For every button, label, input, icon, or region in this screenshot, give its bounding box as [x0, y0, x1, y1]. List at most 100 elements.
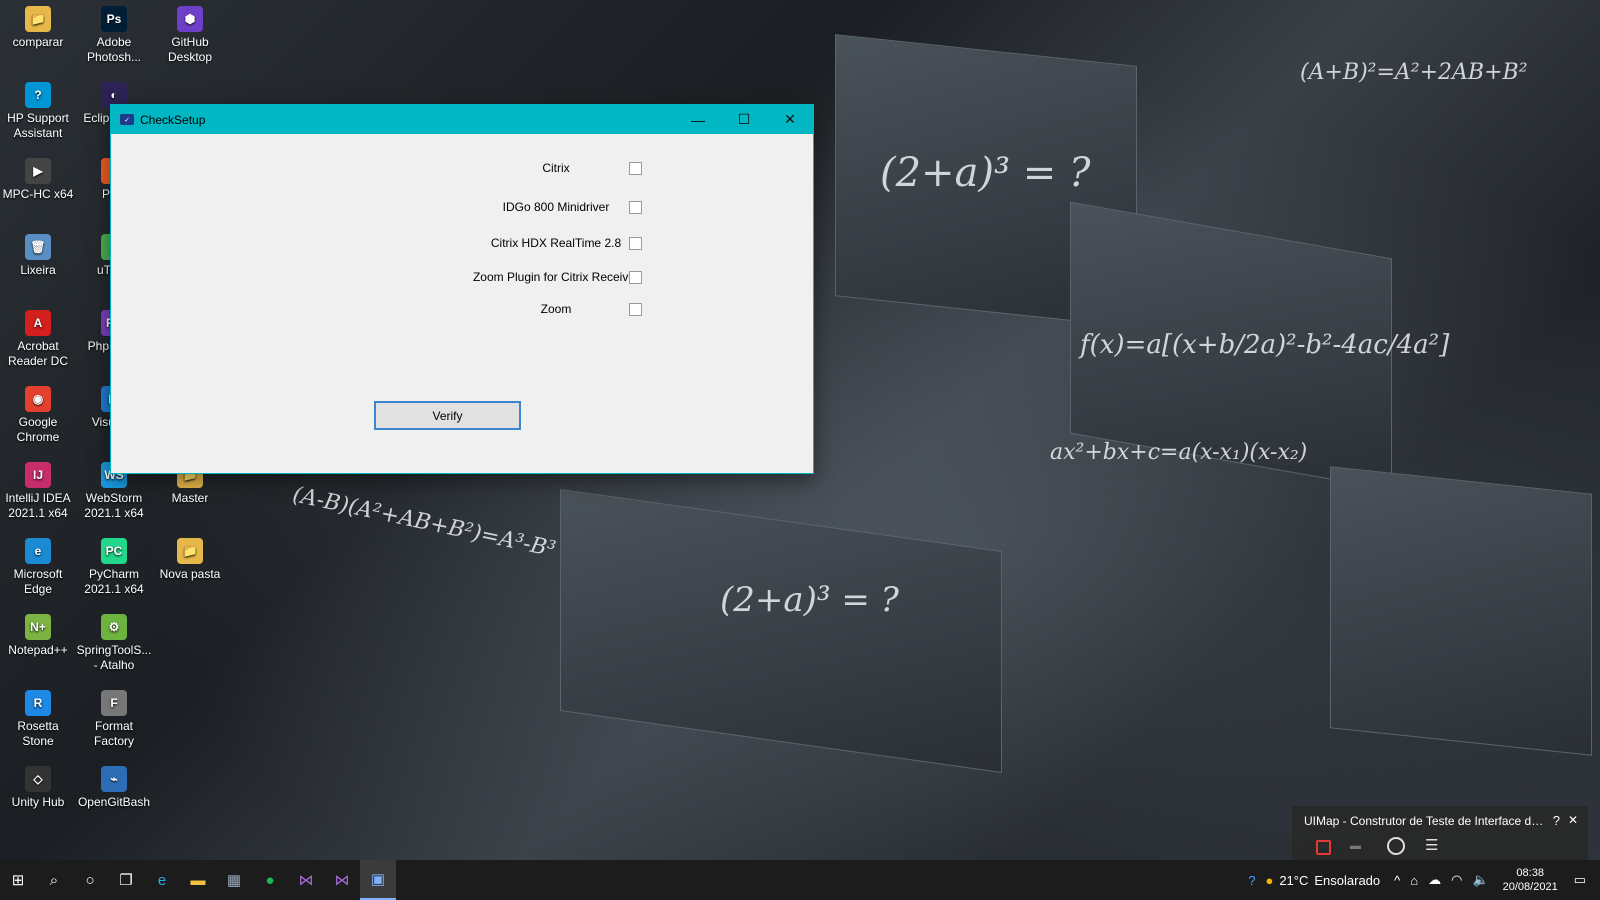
desktop-icon-label: Unity Hub: [11, 795, 65, 809]
desktop-icon-label: Microsoft Edge: [13, 567, 63, 596]
checkbox-citrix[interactable]: [629, 162, 642, 175]
app-icon: 📁: [177, 538, 203, 564]
minimize-button[interactable]: —: [675, 105, 721, 134]
item-label-zoom-plugin-citrix: Zoom Plugin for Citrix Receiver: [472, 270, 640, 284]
app-icon: N+: [25, 614, 51, 640]
checkbox-zoom-plugin-citrix[interactable]: [629, 271, 642, 284]
checkbox-citrix-hdx-realtime[interactable]: [629, 237, 642, 250]
desktop-icon-label: WebStorm 2021.1 x64: [84, 491, 144, 520]
volume-icon[interactable]: 🔈: [1472, 872, 1488, 888]
checksetup-window: ✓ CheckSetup — ☐ ✕ Citrix IDGo 800 Minid…: [110, 104, 814, 474]
network-icon[interactable]: ⌂: [1410, 873, 1418, 888]
desktop-icon-springtools-atalho[interactable]: ⚙ SpringToolS... - Atalho: [76, 608, 152, 673]
uimap-close-button[interactable]: ✕: [1568, 813, 1578, 827]
desktop-icon-label: Rosetta Stone: [17, 719, 59, 748]
start-icon[interactable]: ⊞: [0, 860, 36, 900]
desktop-icon-label: Notepad++: [8, 643, 68, 657]
desktop-icon-label: PyCharm 2021.1 x64: [84, 567, 144, 596]
wifi-icon[interactable]: ◠: [1451, 872, 1462, 888]
clock-date: 20/08/2021: [1502, 881, 1558, 893]
visual-studio-icon[interactable]: ⋈: [324, 860, 360, 900]
desktop-icon-google-chrome[interactable]: ◉ Google Chrome: [0, 380, 76, 445]
desktop-icon-notepad[interactable]: N+ Notepad++: [0, 608, 76, 658]
help-icon[interactable]: ?: [1248, 873, 1255, 888]
search-icon[interactable]: ⌕: [36, 860, 72, 900]
wallpaper-formula: (A+B)²=A²+2AB+B²: [1300, 60, 1528, 85]
desktop-icon-github-desktop[interactable]: ⬢ GitHub Desktop: [152, 0, 228, 65]
weather-temperature[interactable]: 21°C: [1279, 873, 1308, 888]
close-button[interactable]: ✕: [767, 105, 813, 134]
app-icon: R: [25, 690, 51, 716]
desktop-icon-label: IntelliJ IDEA 2021.1 x64: [5, 491, 71, 520]
record-icon[interactable]: [1316, 840, 1331, 855]
generate-code-icon[interactable]: ☰: [1425, 836, 1438, 854]
desktop-icon-label: OpenGitBash: [77, 795, 151, 809]
checksetup-taskbar-icon[interactable]: ▣: [360, 860, 396, 900]
chevron-up-icon[interactable]: ^: [1394, 873, 1400, 888]
calculator-icon[interactable]: ▦: [216, 860, 252, 900]
wallpaper-formula: (2+a)³ = ?: [720, 580, 899, 620]
taskbar: ⊞ ⌕ ○ ❐ e ▬ ▦ ● ⋈ ⋈ ▣ ? ● 21°C Ensolarad…: [0, 860, 1600, 900]
desktop-icon-lixeira[interactable]: 🗑 Lixeira: [0, 228, 76, 278]
desktop-icon-intellij-idea-2021-1-x64[interactable]: IJ IntelliJ IDEA 2021.1 x64: [0, 456, 76, 521]
checkbox-zoom[interactable]: [629, 303, 642, 316]
title-bar[interactable]: ✓ CheckSetup — ☐ ✕: [111, 105, 813, 134]
item-label-zoom: Zoom: [540, 302, 572, 316]
desktop-icon-label: Acrobat Reader DC: [7, 339, 69, 368]
app-icon: ▶: [25, 158, 51, 184]
desktop-icon-label: Master: [171, 491, 209, 505]
cortana-icon[interactable]: ○: [72, 860, 108, 900]
desktop-icon-unity-hub[interactable]: ◇ Unity Hub: [0, 760, 76, 810]
onedrive-icon[interactable]: ☁: [1428, 872, 1441, 888]
notifications-icon[interactable]: ▭: [1574, 872, 1586, 888]
app-icon: e: [25, 538, 51, 564]
desktop-icon-label: HP Support Assistant: [7, 111, 69, 140]
desktop-icon-mpc-hc-x64[interactable]: ▶ MPC-HC x64: [0, 152, 76, 202]
wallpaper-cube: [1330, 466, 1592, 756]
spotify-icon[interactable]: ●: [252, 860, 288, 900]
desktop-icon-label: GitHub Desktop: [167, 35, 213, 64]
desktop-icon-label: Google Chrome: [16, 415, 60, 444]
file-explorer-icon[interactable]: ▬: [180, 860, 216, 900]
visual-studio-icon[interactable]: ⋈: [288, 860, 324, 900]
desktop-icon-adobe-photosh[interactable]: Ps Adobe Photosh...: [76, 0, 152, 65]
desktop-icon-rosetta-stone[interactable]: R Rosetta Stone: [0, 684, 76, 749]
desktop-icon-pycharm-2021-1-x64[interactable]: PC PyCharm 2021.1 x64: [76, 532, 152, 597]
wallpaper-cube: [560, 488, 1002, 774]
edge-icon[interactable]: e: [144, 860, 180, 900]
checkbox-idgo-800-minidriver[interactable]: [629, 201, 642, 214]
desktop-icon-label: SpringToolS... - Atalho: [76, 643, 152, 672]
item-label-citrix: Citrix: [542, 161, 570, 175]
app-icon: 🗑: [25, 234, 51, 260]
desktop-icon-opengitbash[interactable]: ⌁ OpenGitBash: [76, 760, 152, 810]
desktop-icon-label: Lixeira: [20, 263, 56, 277]
crosshair-icon[interactable]: [1387, 837, 1405, 855]
desktop-icon-acrobat-reader-dc[interactable]: A Acrobat Reader DC: [0, 304, 76, 369]
app-icon: IJ: [25, 462, 51, 488]
wallpaper-formula: (2+a)³ = ?: [880, 150, 1091, 196]
app-icon: F: [101, 690, 127, 716]
desktop-icon-format-factory[interactable]: F Format Factory: [76, 684, 152, 749]
app-icon: Ps: [101, 6, 127, 32]
pause-icon[interactable]: ▬: [1350, 840, 1366, 852]
desktop-icon-microsoft-edge[interactable]: e Microsoft Edge: [0, 532, 76, 597]
item-label-citrix-hdx-realtime: Citrix HDX RealTime 2.8: [490, 236, 622, 250]
item-label-idgo-800-minidriver: IDGo 800 Minidriver: [502, 200, 610, 214]
clock[interactable]: 08:38 20/08/2021: [1503, 866, 1558, 894]
weather-condition[interactable]: Ensolarado: [1314, 873, 1380, 888]
app-icon: ⬢: [177, 6, 203, 32]
desktop-icon-hp-support-assistant[interactable]: ? HP Support Assistant: [0, 76, 76, 141]
uimap-help-button[interactable]: ?: [1553, 813, 1560, 828]
clock-time: 08:38: [1516, 867, 1544, 879]
desktop-icon-nova-pasta[interactable]: 📁 Nova pasta: [152, 532, 228, 582]
maximize-button[interactable]: ☐: [721, 105, 767, 134]
desktop-icon-comparar[interactable]: 📁 comparar: [0, 0, 76, 50]
verify-button[interactable]: Verify: [374, 401, 521, 430]
wallpaper-formula: f(x)=a[(x+b/2a)²-b²-4ac/4a²]: [1080, 330, 1450, 360]
desktop-icon-label: Format Factory: [93, 719, 134, 748]
app-icon: PC: [101, 538, 127, 564]
desktop-icon-label: Nova pasta: [159, 567, 221, 581]
uimap-title: UIMap - Construtor de Teste de Interface…: [1304, 814, 1544, 828]
wallpaper-formula: ax²+bx+c=a(x-x₁)(x-x₂): [1050, 440, 1308, 465]
task-view-icon[interactable]: ❐: [108, 860, 144, 900]
